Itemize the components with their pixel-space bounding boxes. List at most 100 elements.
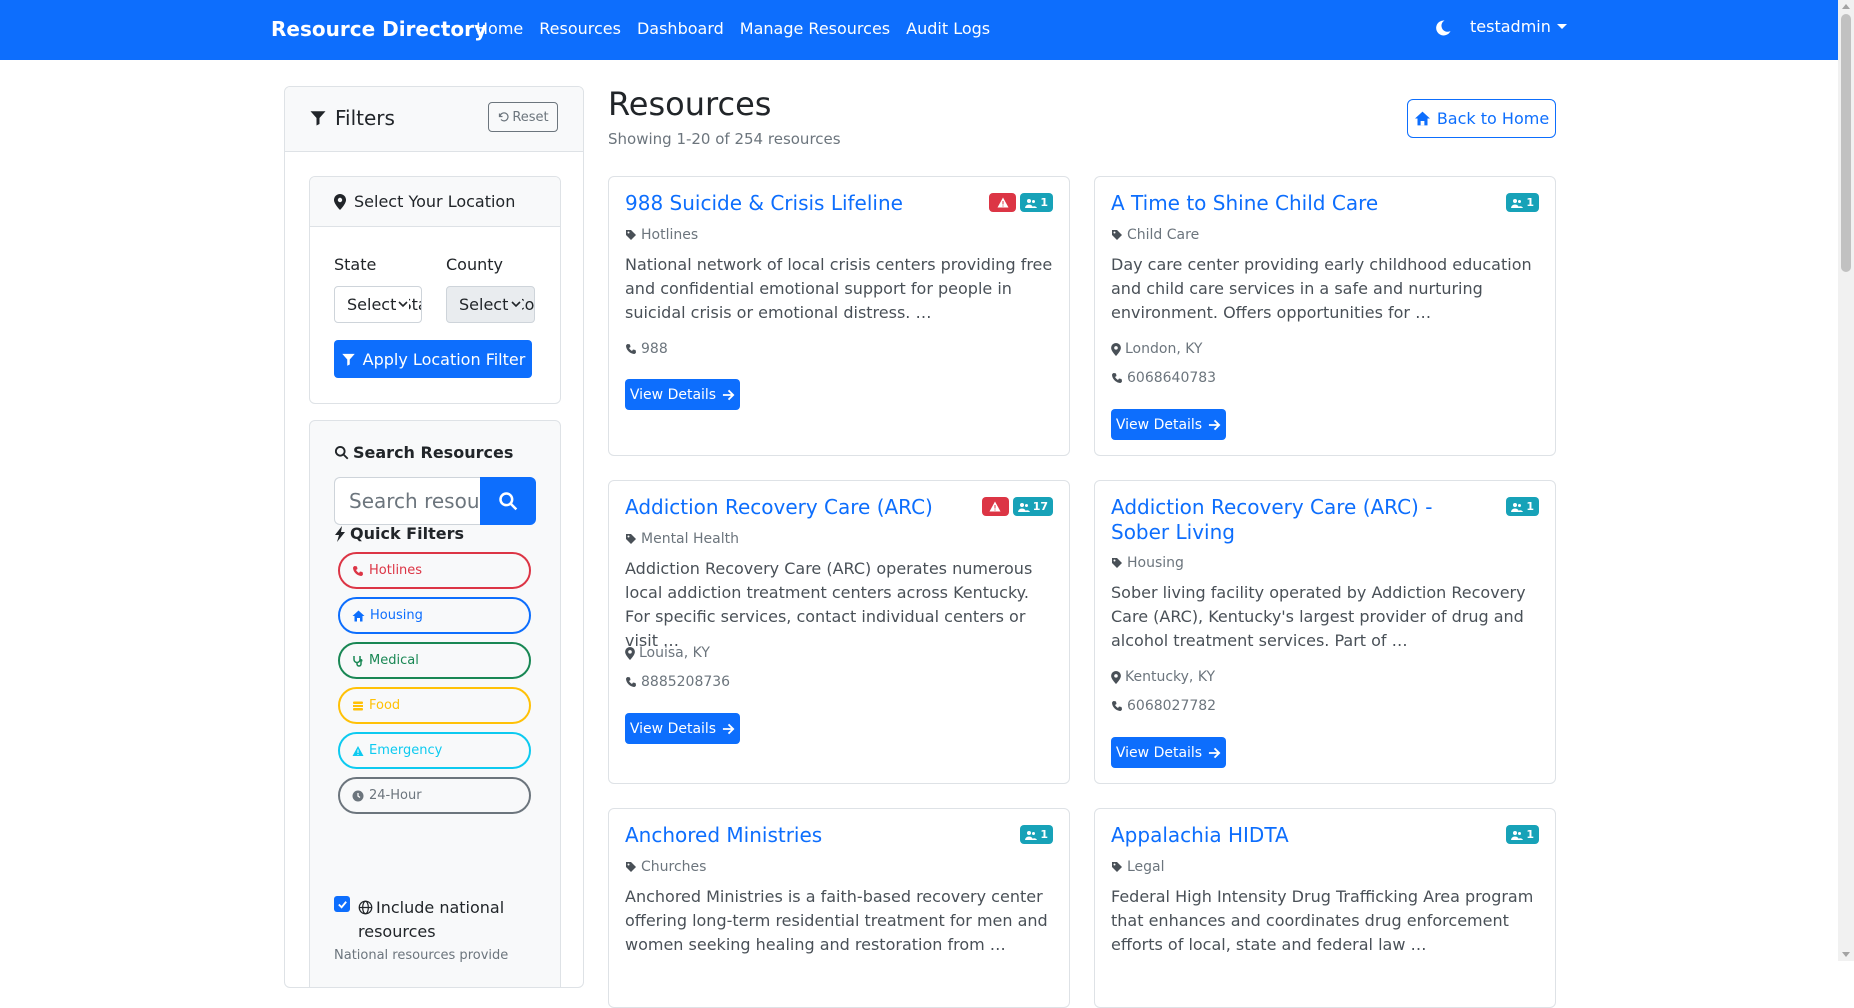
view-details-button[interactable]: View Details (1111, 737, 1226, 768)
tag-icon (625, 533, 637, 545)
globe-icon (358, 900, 373, 915)
quick-filter-emergency[interactable]: Emergency (338, 732, 531, 769)
filters-sidebar: Filters Reset Select Your Location State… (284, 86, 584, 988)
resource-description: Anchored Ministries is a faith-based rec… (625, 887, 1048, 954)
resource-phone: 988 (625, 341, 668, 357)
phone-icon (625, 676, 637, 688)
county-select[interactable]: Select County (446, 286, 535, 323)
view-details-label: View Details (629, 720, 717, 737)
resource-badges: 1 (1020, 825, 1053, 844)
review-count: 1 (1526, 500, 1534, 513)
review-count: 1 (1040, 828, 1048, 841)
search-resources-text: Search Resources (353, 443, 514, 462)
county-label: County (446, 255, 503, 274)
quick-filter-label: Food (369, 698, 401, 713)
resource-card: Appalachia HIDTA 1 Legal Federal High In… (1094, 808, 1556, 1008)
quick-filter-hotlines[interactable]: Hotlines (338, 552, 531, 589)
quick-filter-food[interactable]: Food (338, 687, 531, 724)
review-count-badge: 1 (1506, 193, 1539, 212)
scroll-up-arrow-icon[interactable] (1842, 4, 1850, 9)
utensils-icon (352, 700, 364, 712)
warning-icon (352, 745, 364, 757)
resource-title-link[interactable]: 988 Suicide & Crisis Lifeline (625, 191, 975, 216)
search-icon (334, 445, 349, 460)
search-icon (498, 491, 518, 511)
checkmark-icon (337, 899, 348, 910)
resource-card: Addiction Recovery Care (ARC) - Sober Li… (1094, 480, 1556, 784)
nav-audit-logs[interactable]: Audit Logs (906, 19, 990, 38)
resource-title-link[interactable]: A Time to Shine Child Care (1111, 191, 1461, 216)
resource-category: Child Care (1111, 227, 1199, 243)
resource-description: Addiction Recovery Care (ARC) operates n… (625, 559, 1033, 650)
phone-icon (625, 343, 637, 355)
resource-title-link[interactable]: Anchored Ministries (625, 823, 975, 848)
scrollbar-thumb[interactable] (1841, 14, 1851, 272)
phone-icon (352, 565, 364, 577)
nav-home[interactable]: Home (476, 19, 523, 38)
map-marker-icon (1111, 342, 1121, 356)
chevron-down-icon (397, 298, 409, 310)
brand-link[interactable]: Resource Directory (271, 17, 487, 41)
filters-header: Filters Reset (285, 87, 583, 152)
page-title: Resources (608, 85, 772, 123)
arrow-right-icon (722, 389, 735, 401)
nav-dashboard[interactable]: Dashboard (637, 19, 724, 38)
tag-icon (1111, 861, 1123, 873)
view-details-label: View Details (1115, 416, 1203, 433)
back-to-home-button[interactable]: Back to Home (1407, 99, 1556, 138)
resource-title-link[interactable]: Appalachia HIDTA (1111, 823, 1461, 848)
scroll-down-arrow-icon[interactable] (1842, 952, 1850, 957)
view-details-button[interactable]: View Details (1111, 409, 1226, 440)
view-details-label: View Details (629, 386, 717, 403)
undo-icon (497, 111, 509, 123)
home-icon (1414, 111, 1431, 126)
back-to-home-label: Back to Home (1436, 109, 1550, 128)
resource-location: London, KY (1111, 341, 1202, 357)
quick-filter-24-hour[interactable]: 24-Hour (338, 777, 531, 814)
stethoscope-icon (352, 655, 364, 667)
view-details-button[interactable]: View Details (625, 379, 740, 410)
national-resources-checkbox[interactable] (334, 896, 350, 912)
phone-icon (1111, 372, 1123, 384)
caret-down-icon (1556, 24, 1567, 29)
resource-title-link[interactable]: Addiction Recovery Care (ARC) - Sober Li… (1111, 495, 1461, 545)
resource-phone: 6068640783 (1111, 370, 1216, 386)
quick-filter-label: 24-Hour (369, 788, 422, 803)
users-icon (1017, 502, 1030, 512)
search-button[interactable] (480, 477, 536, 525)
resource-location: Kentucky, KY (1111, 669, 1215, 685)
review-count: 1 (1040, 196, 1048, 209)
national-resources-label[interactable]: Include national resources (358, 896, 538, 944)
page-scrollbar[interactable] (1838, 0, 1854, 961)
quick-filter-medical[interactable]: Medical (338, 642, 531, 679)
chevron-down-icon (510, 298, 522, 310)
resource-badges: 1 (989, 193, 1053, 212)
review-count: 1 (1526, 828, 1534, 841)
apply-location-filter-button[interactable]: Apply Location Filter (334, 340, 532, 378)
tag-icon (625, 229, 637, 241)
state-select[interactable]: Select State (334, 286, 422, 323)
county-select-value: Select County (459, 295, 535, 314)
filter-icon (309, 109, 327, 127)
alert-badge (989, 193, 1017, 212)
resource-category: Housing (1111, 555, 1184, 571)
resource-title-link[interactable]: Addiction Recovery Care (ARC) (625, 495, 975, 520)
review-count-badge: 1 (1020, 193, 1053, 212)
user-menu[interactable]: testadmin (1470, 17, 1567, 36)
search-input[interactable]: Search resources... (334, 477, 480, 525)
moon-icon[interactable] (1434, 19, 1452, 37)
view-details-label: View Details (1115, 744, 1203, 761)
arrow-right-icon (722, 723, 735, 735)
view-details-button[interactable]: View Details (625, 713, 740, 744)
resource-category: Legal (1111, 859, 1165, 875)
nav-manage-resources[interactable]: Manage Resources (740, 19, 890, 38)
quick-filter-housing[interactable]: Housing (338, 597, 531, 634)
users-icon (1025, 198, 1038, 208)
nav-resources[interactable]: Resources (539, 19, 621, 38)
resource-location-text: Kentucky, KY (1125, 669, 1216, 685)
resource-phone-text: 6068640783 (1127, 370, 1217, 386)
national-resources-text: Include national resources (358, 898, 505, 941)
review-count: 1 (1526, 196, 1534, 209)
resource-category-text: Hotlines (641, 227, 699, 243)
reset-button[interactable]: Reset (488, 102, 558, 132)
